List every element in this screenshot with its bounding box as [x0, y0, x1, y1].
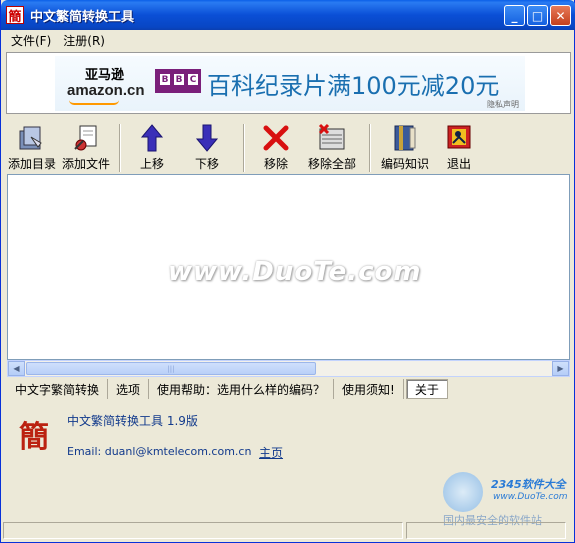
menu-register[interactable]: 注册(R) [57, 32, 111, 49]
add-folder-button[interactable]: 添加目录 [5, 120, 59, 172]
toolbar-label: 编码知识 [380, 157, 429, 171]
window-title: 中文繁简转换工具 [30, 9, 135, 25]
toolbar-label: 移除 [263, 157, 288, 171]
toolbar-separator [369, 124, 371, 172]
privacy-note[interactable]: 隐私声明 [487, 99, 519, 110]
corner-watermark: 2345软件大全 www.DuoTe.com 国内最安全的软件站 [441, 470, 571, 527]
title-bar[interactable]: 簡 中文繁简转换工具 _ □ ✕ [1, 0, 575, 30]
arrow-down-icon [192, 123, 222, 153]
ad-banner-frame: 亚马逊 amazon.cn B B C 百科纪录片满100元减20元 隐私声明 [6, 52, 571, 114]
add-folder-icon [17, 123, 47, 153]
move-down-button[interactable]: 下移 [177, 120, 237, 172]
tab-options[interactable]: 选项 [108, 379, 150, 399]
red-x-icon [261, 123, 291, 153]
horizontal-scrollbar[interactable]: ◀ ||| ▶ [7, 360, 570, 377]
arrow-up-icon [137, 123, 167, 153]
scroll-thumb[interactable]: ||| [26, 362, 316, 375]
bbc-letter: B [173, 73, 185, 86]
menu-file[interactable]: 文件(F) [5, 32, 57, 49]
maximize-button[interactable]: □ [527, 5, 548, 26]
bbc-logo: B B C [159, 73, 199, 86]
toolbar: 添加目录 添加文件 上移 下移 移除 移除全部 编码知识 退出 [5, 118, 572, 172]
remove-button[interactable]: 移除 [251, 120, 301, 172]
toolbar-label: 添加文件 [61, 157, 110, 171]
move-up-button[interactable]: 上移 [127, 120, 177, 172]
status-pane [3, 521, 403, 539]
amazon-smile-icon [69, 100, 119, 105]
toolbar-label: 退出 [446, 157, 471, 171]
main-window: 簡 中文繁简转换工具 _ □ ✕ 文件(F) 注册(R) 亚马逊 amazon.… [0, 0, 575, 543]
encoding-knowledge-button[interactable]: 编码知识 [377, 120, 433, 172]
watermark-brand: 2345软件大全 [491, 478, 566, 491]
app-logo: 簡 [19, 420, 49, 455]
status-bar [3, 520, 574, 540]
amazon-zh-logo: 亚马逊 [85, 68, 125, 83]
file-list[interactable]: www.DuoTe.com [7, 174, 570, 360]
scroll-right-icon[interactable]: ▶ [552, 361, 569, 376]
add-file-button[interactable]: 添加文件 [59, 120, 113, 172]
add-file-icon [71, 123, 101, 153]
exit-door-icon [444, 123, 474, 153]
toolbar-label: 移除全部 [307, 157, 356, 171]
watermark-url: www.DuoTe.com [493, 492, 568, 502]
tab-bar: 中文字繁简转换 选项 使用帮助：选用什么样的编码？ 使用须知! 关于 [7, 379, 570, 399]
status-pane [406, 521, 566, 539]
toolbar-label: 下移 [194, 157, 219, 171]
globe-icon [443, 472, 483, 512]
toolbar-label: 添加目录 [7, 157, 56, 171]
close-button[interactable]: ✕ [550, 5, 571, 26]
toolbar-label: 上移 [139, 157, 164, 171]
book-icon [390, 123, 420, 153]
menu-bar: 文件(F) 注册(R) [5, 30, 572, 50]
scroll-left-icon[interactable]: ◀ [8, 361, 25, 376]
remove-all-icon [317, 123, 347, 153]
toolbar-separator [119, 124, 121, 172]
amazon-logo: amazon.cn [67, 82, 145, 99]
toolbar-separator [243, 124, 245, 172]
about-email: Email: duanl@kmtelecom.com.cn [67, 445, 252, 458]
app-icon[interactable]: 簡 [6, 6, 24, 25]
exit-button[interactable]: 退出 [433, 120, 485, 172]
ad-banner[interactable]: 亚马逊 amazon.cn B B C 百科纪录片满100元减20元 隐私声明 [55, 56, 525, 111]
tab-about[interactable]: 关于 [405, 379, 448, 399]
bbc-letter: B [159, 73, 171, 86]
tab-notice[interactable]: 使用须知! [334, 379, 404, 399]
about-title: 中文繁简转换工具 1.9版 [67, 414, 198, 428]
site-watermark: www.DuoTe.com [168, 257, 422, 287]
tab-help[interactable]: 使用帮助：选用什么样的编码？ [149, 379, 335, 399]
tab-convert[interactable]: 中文字繁简转换 [7, 379, 109, 399]
bbc-letter: C [187, 73, 199, 86]
ad-text: 百科纪录片满100元减20元 [207, 72, 500, 100]
homepage-link[interactable]: 主页 [259, 444, 283, 461]
minimize-button[interactable]: _ [504, 5, 525, 26]
remove-all-button[interactable]: 移除全部 [301, 120, 363, 172]
